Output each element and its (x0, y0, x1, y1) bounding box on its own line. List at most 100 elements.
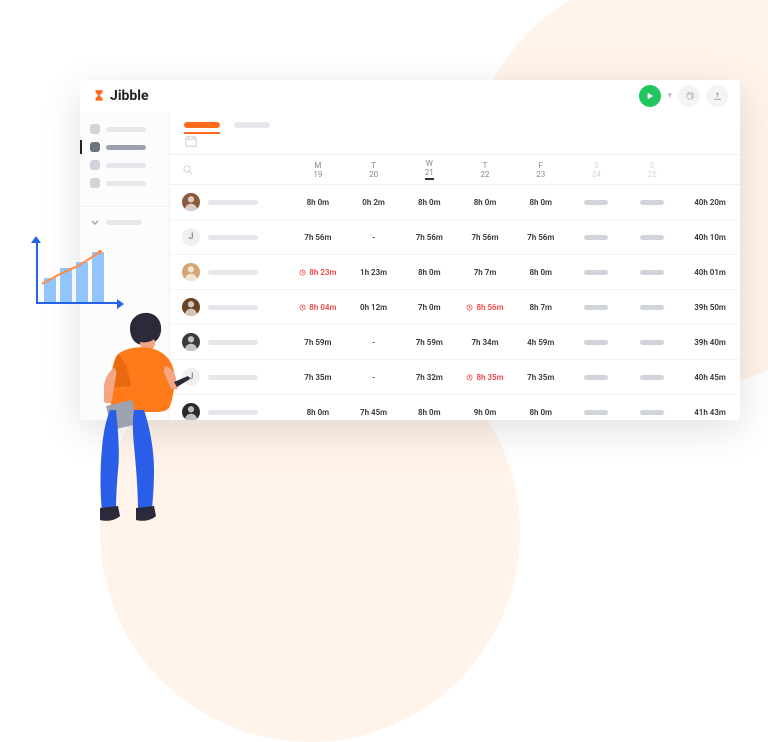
time-cell[interactable]: 7h 56m (290, 233, 346, 242)
time-cell[interactable] (569, 200, 625, 205)
timesheet-header: M19T20W21T22F23S24S25 (170, 155, 740, 185)
time-cell[interactable]: 8h 7m (513, 303, 569, 312)
time-cell[interactable] (569, 340, 625, 345)
name-placeholder (208, 340, 258, 345)
time-cell[interactable] (624, 410, 680, 415)
time-cell[interactable]: 0h 2m (346, 198, 402, 207)
total-cell: 40h 20m (680, 198, 740, 207)
toolbar (170, 128, 740, 155)
sidebar-collapse[interactable] (80, 213, 169, 231)
time-cell[interactable]: 7h 35m (290, 373, 346, 382)
export-icon (712, 91, 723, 102)
timesheet-row[interactable]: 8h 0m7h 45m8h 0m9h 0m8h 0m41h 43m (170, 395, 740, 420)
time-cell[interactable]: 8h 0m (513, 268, 569, 277)
tab-active[interactable] (184, 122, 220, 128)
person-illustration (70, 310, 210, 530)
time-cell[interactable]: 8h 0m (290, 408, 346, 417)
time-cell[interactable]: 8h 0m (513, 408, 569, 417)
time-cell[interactable]: 7h 0m (401, 303, 457, 312)
time-cell[interactable]: 8h 0m (401, 268, 457, 277)
time-cell[interactable] (624, 375, 680, 380)
time-cell[interactable]: 7h 7m (457, 268, 513, 277)
time-cell[interactable]: 7h 56m (513, 233, 569, 242)
avatar: J (182, 228, 200, 246)
total-cell: 39h 40m (680, 338, 740, 347)
time-cell[interactable] (624, 235, 680, 240)
name-placeholder (208, 410, 258, 415)
time-cell[interactable]: 8h 56m (457, 303, 513, 312)
time-cell[interactable]: - (346, 373, 402, 382)
time-cell[interactable]: 1h 23m (346, 268, 402, 277)
play-button[interactable] (639, 85, 661, 107)
calendar-icon[interactable] (184, 134, 198, 148)
time-cell[interactable]: 8h 35m (457, 373, 513, 382)
name-placeholder (208, 270, 258, 275)
time-cell[interactable]: 7h 56m (457, 233, 513, 242)
time-cell[interactable] (569, 410, 625, 415)
time-cell[interactable] (624, 305, 680, 310)
chart-illustration (30, 240, 120, 310)
search-icon[interactable] (182, 164, 194, 176)
timesheet-row[interactable]: 8h 23m1h 23m8h 0m7h 7m8h 0m40h 01m (170, 255, 740, 290)
timesheet-row[interactable]: 8h 04m0h 12m7h 0m8h 56m8h 7m39h 50m (170, 290, 740, 325)
time-cell[interactable]: 8h 0m (457, 198, 513, 207)
time-cell[interactable]: 8h 0m (513, 198, 569, 207)
time-cell[interactable]: 8h 04m (290, 303, 346, 312)
time-cell[interactable]: 8h 0m (290, 198, 346, 207)
time-cell[interactable]: 7h 35m (513, 373, 569, 382)
time-cell[interactable]: 9h 0m (457, 408, 513, 417)
brand-name: Jibble (110, 88, 149, 104)
day-header[interactable]: M19 (290, 155, 346, 184)
time-cell[interactable]: 8h 0m (401, 198, 457, 207)
clock-warn-icon (466, 374, 473, 381)
day-header[interactable]: S24 (569, 155, 625, 184)
export-button[interactable] (706, 85, 728, 107)
day-header[interactable]: T22 (457, 155, 513, 184)
time-cell[interactable]: 0h 12m (346, 303, 402, 312)
time-cell[interactable] (624, 270, 680, 275)
content: M19T20W21T22F23S24S25 8h 0m0h 2m8h 0m8h … (170, 112, 740, 420)
sidebar-item[interactable] (80, 174, 169, 192)
time-cell[interactable]: - (346, 233, 402, 242)
time-cell[interactable] (624, 200, 680, 205)
avatar (182, 263, 200, 281)
time-cell[interactable]: 4h 59m (513, 338, 569, 347)
time-cell[interactable]: 7h 32m (401, 373, 457, 382)
sidebar-item[interactable] (80, 120, 169, 138)
sidebar-item-active[interactable] (80, 138, 169, 156)
logo: Jibble (92, 88, 149, 104)
time-cell[interactable]: 7h 45m (346, 408, 402, 417)
timesheet-row[interactable]: J7h 35m-7h 32m8h 35m7h 35m40h 45m (170, 360, 740, 395)
sidebar-item[interactable] (80, 156, 169, 174)
timesheet-row[interactable]: 7h 59m-7h 59m7h 34m4h 59m39h 40m (170, 325, 740, 360)
day-header[interactable]: S25 (624, 155, 680, 184)
time-cell[interactable]: 7h 56m (401, 233, 457, 242)
time-cell[interactable]: 7h 59m (401, 338, 457, 347)
total-cell: 40h 01m (680, 268, 740, 277)
total-cell: 40h 45m (680, 373, 740, 382)
clock-warn-icon (299, 269, 306, 276)
clock-warn-icon (466, 304, 473, 311)
titlebar-actions: ▾ (639, 85, 728, 107)
time-cell[interactable] (569, 305, 625, 310)
total-cell: 41h 43m (680, 408, 740, 417)
tab[interactable] (234, 122, 270, 128)
time-cell[interactable] (569, 270, 625, 275)
chevron-down-icon[interactable]: ▾ (667, 91, 672, 101)
hourglass-icon (92, 89, 106, 103)
time-cell[interactable]: 7h 59m (290, 338, 346, 347)
timesheet-row[interactable]: J7h 56m-7h 56m7h 56m7h 56m40h 10m (170, 220, 740, 255)
day-header[interactable]: T20 (346, 155, 402, 184)
time-cell[interactable]: 7h 34m (457, 338, 513, 347)
time-cell[interactable]: 8h 23m (290, 268, 346, 277)
time-cell[interactable]: - (346, 338, 402, 347)
avatar (182, 193, 200, 211)
time-cell[interactable] (624, 340, 680, 345)
time-cell[interactable] (569, 235, 625, 240)
time-cell[interactable] (569, 375, 625, 380)
timesheet-row[interactable]: 8h 0m0h 2m8h 0m8h 0m8h 0m40h 20m (170, 185, 740, 220)
day-header[interactable]: W21 (401, 155, 457, 184)
settings-button[interactable] (678, 85, 700, 107)
time-cell[interactable]: 8h 0m (401, 408, 457, 417)
day-header[interactable]: F23 (513, 155, 569, 184)
